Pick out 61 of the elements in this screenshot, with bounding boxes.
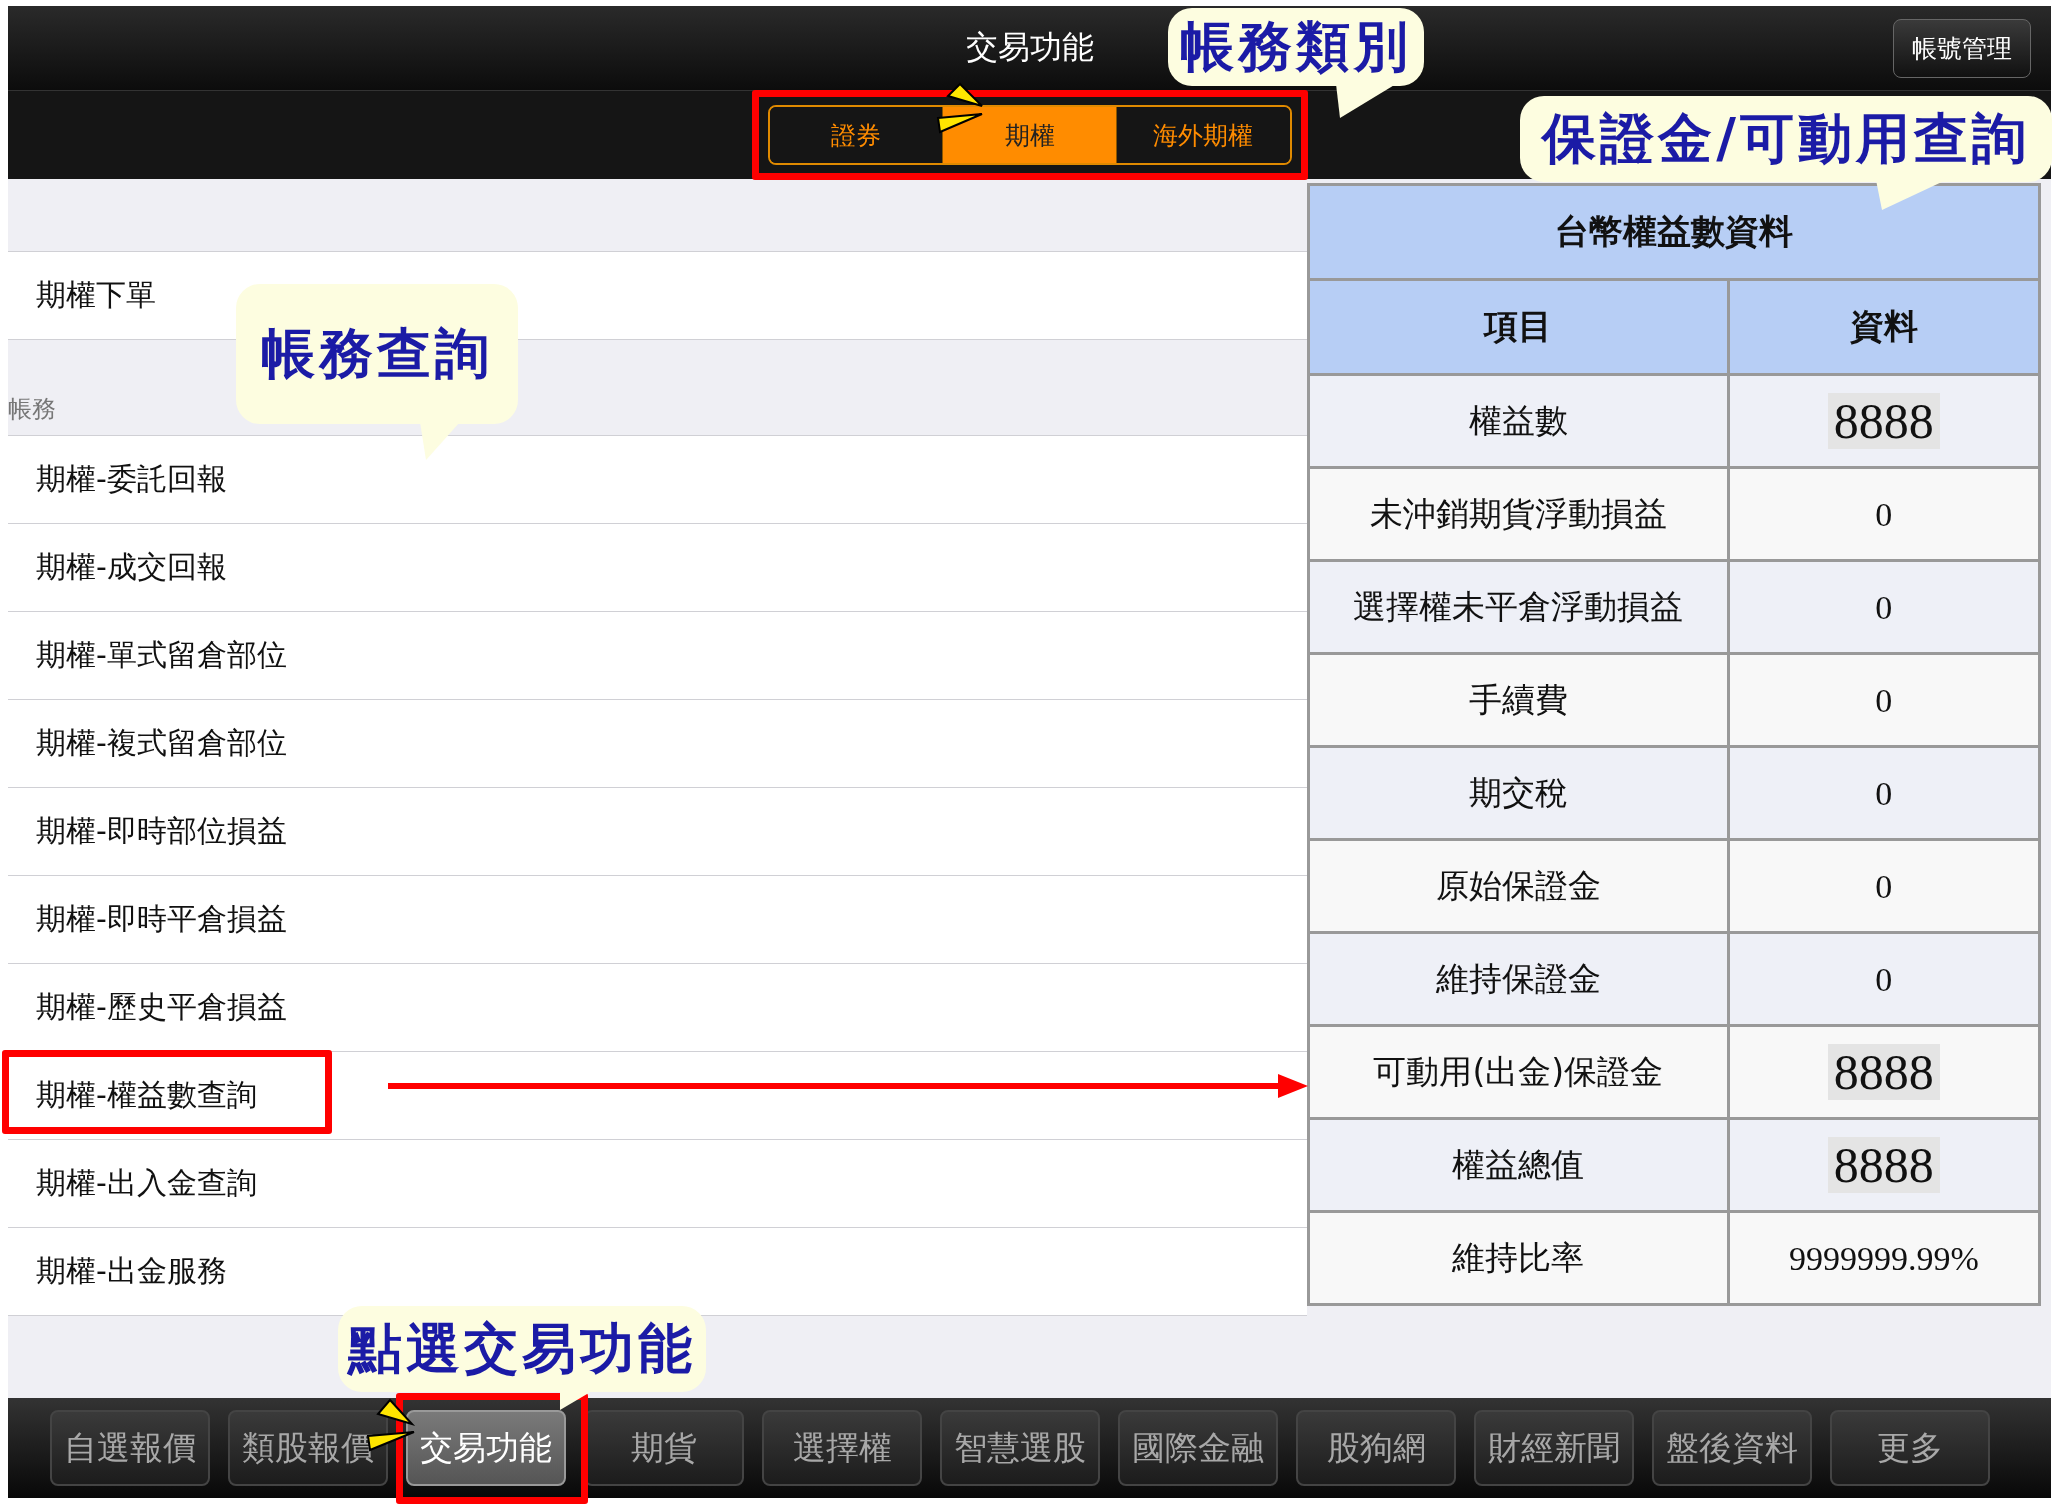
menu-item[interactable]: 期權-複式留倉部位 xyxy=(8,699,1307,787)
table-cell: 未沖銷期貨浮動損益 xyxy=(1308,467,1729,561)
value-text: 0 xyxy=(1875,681,1893,719)
table-cell: 權益數 xyxy=(1308,374,1729,468)
table-cell: 期交稅 xyxy=(1308,746,1729,840)
tab-button[interactable]: 交易功能 xyxy=(406,1410,566,1486)
account-button[interactable]: 帳號管理 xyxy=(1893,18,2031,78)
segment-tab[interactable]: 證券 xyxy=(769,107,944,163)
menu-item-label: 期權-歷史平倉損益 xyxy=(36,988,287,1026)
table-cell: 手續費 xyxy=(1308,653,1729,747)
menu-item-label: 期權-即時平倉損益 xyxy=(36,900,287,938)
value-text: 8888 xyxy=(1827,393,1940,449)
callout-tail-tooltip xyxy=(420,422,460,460)
menu-item-label: 期權下單 xyxy=(36,276,156,314)
value-text: 0 xyxy=(1875,960,1893,998)
table-cell: 維持保證金 xyxy=(1308,932,1729,1026)
tab-button[interactable]: 國際金融 xyxy=(1118,1410,1278,1486)
table-cell: 可動用(出金)保證金 xyxy=(1308,1025,1729,1119)
tab-button[interactable]: 自選報價 xyxy=(50,1410,210,1486)
menu-item-label: 期權-即時部位損益 xyxy=(36,812,287,850)
page-title: 交易功能 xyxy=(965,27,1094,68)
value-text: 0 xyxy=(1875,867,1893,905)
value-text: 0 xyxy=(1875,774,1893,812)
menu-item[interactable]: 期權-出入金查詢 xyxy=(8,1139,1307,1227)
menu-item-label: 期權-委託回報 xyxy=(36,460,227,498)
menu-item-label: 期權-成交回報 xyxy=(36,548,227,586)
menu-item[interactable]: 期權-即時平倉損益 xyxy=(8,875,1307,963)
tab-button[interactable]: 盤後資料 xyxy=(1652,1410,1812,1486)
menu-item[interactable]: 期權-出金服務 xyxy=(8,1227,1307,1316)
column-header: 資料 xyxy=(1728,279,2040,375)
tab-button[interactable]: 財經新聞 xyxy=(1474,1410,1634,1486)
column-header: 項目 xyxy=(1308,279,1729,375)
table-cell: 維持比率 xyxy=(1308,1211,1729,1305)
menu-item-label: 期權-複式留倉部位 xyxy=(36,724,287,762)
table-title: 台幣權益數資料 xyxy=(1308,184,2040,280)
menu-item[interactable]: 期權-即時部位損益 xyxy=(8,787,1307,875)
table-cell: 選擇權未平倉浮動損益 xyxy=(1308,560,1729,654)
segment-tab[interactable]: 期權 xyxy=(943,107,1117,163)
table-cell: 原始保證金 xyxy=(1308,839,1729,933)
menu-item-label: 期權-出入金查詢 xyxy=(36,1164,257,1202)
table-cell: 權益總值 xyxy=(1308,1118,1729,1212)
tab-button[interactable]: 股狗網 xyxy=(1296,1410,1456,1486)
menu-item-label: 期權-出金服務 xyxy=(36,1252,227,1290)
value-text: 8888 xyxy=(1827,1044,1940,1100)
menu-item-label: 期權-單式留倉部位 xyxy=(36,636,287,674)
callout-tooltip: 帳務查詢 xyxy=(236,284,518,424)
menu-item[interactable]: 期權-委託回報 xyxy=(8,435,1307,523)
value-text: 8888 xyxy=(1827,1137,1940,1193)
value-text: 0 xyxy=(1875,495,1893,533)
section-header: 帳務 xyxy=(8,394,56,425)
arrow-icon xyxy=(936,82,984,134)
menu-item[interactable]: 期權-單式留倉部位 xyxy=(8,611,1307,699)
tab-button[interactable]: 選擇權 xyxy=(762,1410,922,1486)
menu-item[interactable]: 期權-歷史平倉損益 xyxy=(8,963,1307,1051)
value-text: 9999999.99% xyxy=(1788,1239,1979,1277)
menu-item[interactable]: 期權-權益數查詢 xyxy=(8,1051,1307,1139)
menu-item-label: 期權-權益數查詢 xyxy=(36,1076,257,1114)
tab-button[interactable]: 智慧選股 xyxy=(940,1410,1100,1486)
tab-button[interactable]: 更多 xyxy=(1830,1410,1990,1486)
menu-item[interactable]: 期權-成交回報 xyxy=(8,523,1307,611)
value-text: 0 xyxy=(1875,588,1893,626)
